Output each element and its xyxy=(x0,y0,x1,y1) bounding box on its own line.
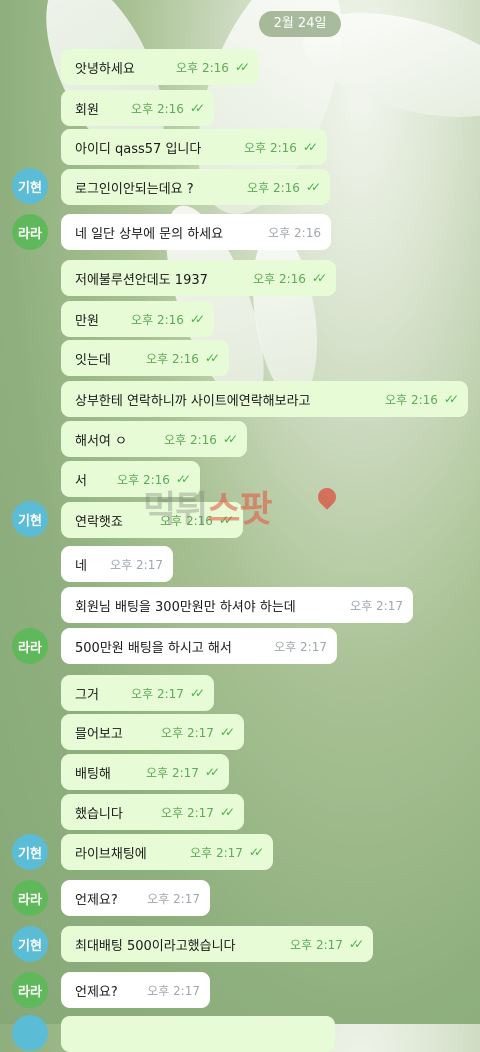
message-time: 오후 2:17 xyxy=(147,983,200,998)
message-text: 500만원 배팅을 하시고 해서 xyxy=(75,640,232,656)
message-time: 오후 2:17 xyxy=(350,598,403,613)
read-receipt-icon: ✓✓ xyxy=(248,845,264,859)
message-bubble[interactable]: 잇는데 오후 2:16 ✓✓ xyxy=(61,340,229,376)
message-text: 배팅해 xyxy=(75,766,111,782)
message-text: 앗녕하세요 xyxy=(75,61,135,77)
watermark-text: 먹튀 xyxy=(143,489,208,530)
read-receipt-icon: ✓✓ xyxy=(204,765,220,779)
message-time: 오후 2:16 xyxy=(131,101,184,116)
message-bubble[interactable]: 아이디 qass57 입니다 오후 2:16 ✓✓ xyxy=(61,129,327,165)
message-bubble[interactable]: 저에불루션안데도 1937 오후 2:16 ✓✓ xyxy=(61,260,336,296)
avatar[interactable] xyxy=(12,1015,48,1051)
message-text: 로그인이안되는데요 ? xyxy=(75,181,194,197)
message-time: 오후 2:16 xyxy=(244,140,297,155)
message-bubble[interactable]: 네 오후 2:17 xyxy=(61,546,173,582)
message-bubble[interactable]: 언제요? 오후 2:17 xyxy=(61,880,210,916)
read-receipt-icon: ✓✓ xyxy=(189,312,205,326)
message-time: 오후 2:16 xyxy=(176,60,229,75)
message-text: 저에불루션안데도 1937 xyxy=(75,272,208,288)
message-time: 오후 2:16 xyxy=(164,432,217,447)
message-bubble[interactable]: 500만원 배팅을 하시고 해서 오후 2:17 xyxy=(61,628,337,664)
message-bubble[interactable]: 회원 오후 2:16 ✓✓ xyxy=(61,90,214,126)
message-time: 오후 2:17 xyxy=(161,725,214,740)
message-bubble[interactable]: 그거 오후 2:17 ✓✓ xyxy=(61,675,214,711)
avatar[interactable]: 라라 xyxy=(12,214,48,250)
read-receipt-icon: ✓✓ xyxy=(443,392,459,406)
message-time: 오후 2:17 xyxy=(274,639,327,654)
message-text: 회원 xyxy=(75,102,99,118)
message-text: 최대배팅 500이라고했습니다 xyxy=(75,938,236,954)
message-time: 오후 2:16 xyxy=(247,180,300,195)
avatar[interactable]: 라라 xyxy=(12,972,48,1008)
read-receipt-icon: ✓✓ xyxy=(305,180,321,194)
message-text: 언제요? xyxy=(75,984,118,1000)
message-time: 오후 2:17 xyxy=(146,765,199,780)
message-time: 오후 2:17 xyxy=(290,937,343,952)
message-text: 믈어보고 xyxy=(75,726,123,742)
message-bubble[interactable]: 믈어보고 오후 2:17 ✓✓ xyxy=(61,714,244,750)
message-text: 연락햇죠 xyxy=(75,514,123,530)
avatar[interactable]: 기현 xyxy=(12,926,48,962)
read-receipt-icon: ✓✓ xyxy=(189,101,205,115)
avatar[interactable]: 기현 xyxy=(12,168,48,204)
avatar[interactable]: 기현 xyxy=(12,834,48,870)
read-receipt-icon: ✓✓ xyxy=(302,140,318,154)
location-pin-icon xyxy=(314,484,340,510)
message-bubble[interactable]: 로그인이안되는데요 ? 오후 2:16 ✓✓ xyxy=(61,169,330,205)
message-text: 네 xyxy=(75,558,87,574)
message-time: 오후 2:17 xyxy=(131,686,184,701)
message-text: 잇는데 xyxy=(75,352,111,368)
avatar[interactable]: 라라 xyxy=(12,880,48,916)
message-bubble[interactable]: 앗녕하세요 오후 2:16 ✓✓ xyxy=(61,49,259,85)
date-chip: 2월 24일 xyxy=(259,11,341,37)
message-time: 오후 2:16 xyxy=(131,312,184,327)
read-receipt-icon: ✓✓ xyxy=(219,805,235,819)
message-text: 라이브채팅에 xyxy=(75,846,147,862)
message-text: 네 일단 상부에 문의 하세요 xyxy=(75,226,224,242)
message-bubble[interactable]: 만원 오후 2:16 ✓✓ xyxy=(61,301,214,337)
message-bubble[interactable]: 배팅해 오후 2:17 ✓✓ xyxy=(61,754,229,790)
read-receipt-icon: ✓✓ xyxy=(311,271,327,285)
message-time: 오후 2:16 xyxy=(385,392,438,407)
message-text: 그거 xyxy=(75,687,99,703)
message-time: 오후 2:16 xyxy=(253,271,306,286)
message-bubble[interactable]: 언제요? 오후 2:17 xyxy=(61,972,210,1008)
read-receipt-icon: ✓✓ xyxy=(348,937,364,951)
message-bubble[interactable]: 회원님 배팅을 300만원만 하셔야 하는데 오후 2:17 xyxy=(61,587,413,623)
watermark-text: 스팟 xyxy=(207,489,272,530)
message-text: 회원님 배팅을 300만원만 하셔야 하는데 xyxy=(75,599,296,615)
message-bubble[interactable] xyxy=(61,1016,335,1052)
message-time: 오후 2:17 xyxy=(147,891,200,906)
avatar[interactable]: 라라 xyxy=(12,628,48,664)
message-text: 아이디 qass57 입니다 xyxy=(75,141,202,157)
read-receipt-icon: ✓✓ xyxy=(189,686,205,700)
read-receipt-icon: ✓✓ xyxy=(222,432,238,446)
message-time: 오후 2:17 xyxy=(190,845,243,860)
message-text: 만원 xyxy=(75,313,99,329)
read-receipt-icon: ✓✓ xyxy=(204,351,220,365)
message-time: 오후 2:17 xyxy=(161,805,214,820)
watermark-logo: 먹튀스팟 xyxy=(143,480,273,532)
message-bubble[interactable]: 했습니다 오후 2:17 ✓✓ xyxy=(61,794,244,830)
message-bubble[interactable]: 해서여 ㅇ 오후 2:16 ✓✓ xyxy=(61,421,247,457)
message-text: 서 xyxy=(75,473,87,489)
message-time: 오후 2:16 xyxy=(268,225,321,240)
message-time: 오후 2:17 xyxy=(110,557,163,572)
message-bubble[interactable]: 라이브채팅에 오후 2:17 ✓✓ xyxy=(61,834,273,870)
avatar[interactable]: 기현 xyxy=(12,501,48,537)
message-bubble[interactable]: 상부한테 연락하니까 사이트에연락해보라고 오후 2:16 ✓✓ xyxy=(61,381,468,417)
message-time: 오후 2:16 xyxy=(146,351,199,366)
read-receipt-icon: ✓✓ xyxy=(234,60,250,74)
message-text: 했습니다 xyxy=(75,806,123,822)
read-receipt-icon: ✓✓ xyxy=(219,725,235,739)
message-text: 상부한테 연락하니까 사이트에연락해보라고 xyxy=(75,393,311,409)
message-text: 해서여 ㅇ xyxy=(75,433,127,449)
message-text: 언제요? xyxy=(75,892,118,908)
message-bubble[interactable]: 네 일단 상부에 문의 하세요 오후 2:16 xyxy=(61,214,331,250)
message-bubble[interactable]: 최대배팅 500이라고했습니다 오후 2:17 ✓✓ xyxy=(61,926,373,962)
